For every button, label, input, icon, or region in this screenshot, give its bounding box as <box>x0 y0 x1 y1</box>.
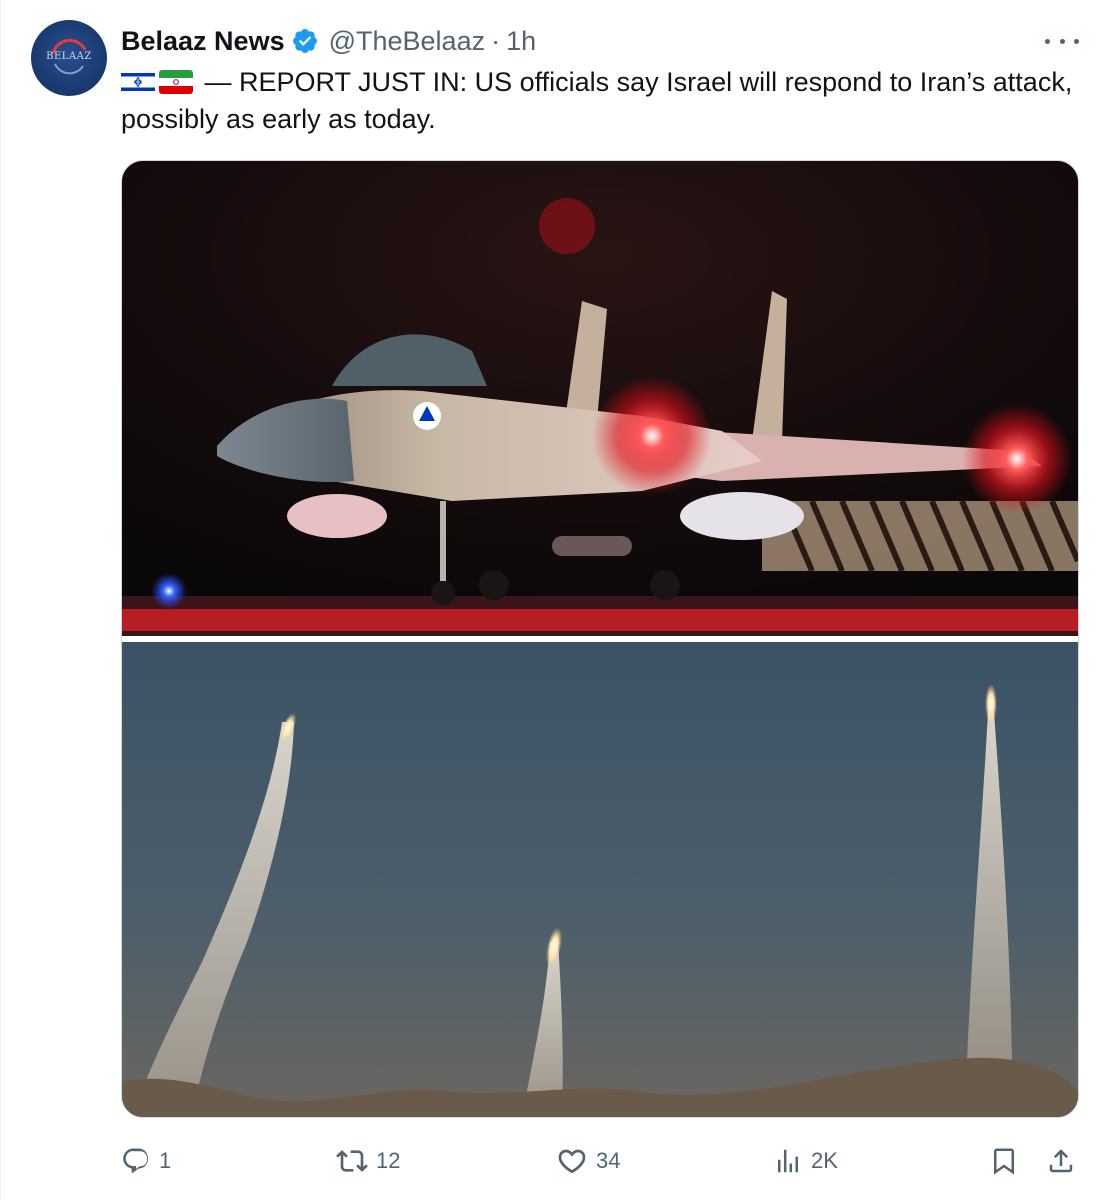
repost-button[interactable]: 12 <box>336 1138 400 1184</box>
tweet-media[interactable] <box>121 160 1079 1118</box>
media-image-jet[interactable] <box>122 161 1078 636</box>
tweet-header: Belaaz News @TheBelaaz · 1h <box>121 24 536 58</box>
reply-count: 1 <box>159 1148 172 1173</box>
media-image-missiles[interactable] <box>122 642 1078 1118</box>
tweet-body-text: — REPORT JUST IN: US officials say Israe… <box>121 67 1073 134</box>
reply-button[interactable]: 1 <box>121 1138 171 1184</box>
heart-icon <box>558 1149 586 1174</box>
reply-icon <box>123 1148 149 1173</box>
views-icon <box>778 1149 798 1173</box>
views-button[interactable]: 2K <box>773 1138 838 1184</box>
like-count: 34 <box>596 1148 621 1173</box>
iran-flag-icon <box>159 70 193 94</box>
like-button[interactable]: 34 <box>556 1138 620 1184</box>
action-bar: 1 12 34 2K <box>1 1138 1107 1184</box>
share-button[interactable] <box>1046 1138 1076 1184</box>
share-icon <box>1049 1149 1073 1173</box>
views-count: 2K <box>811 1148 838 1173</box>
timestamp[interactable]: 1h <box>506 26 536 57</box>
avatar-logo-text: BELAAZ <box>46 51 92 62</box>
author-handle[interactable]: @TheBelaaz <box>329 26 486 57</box>
verified-badge-icon[interactable] <box>291 27 319 55</box>
bookmark-button[interactable] <box>989 1138 1019 1184</box>
author-name[interactable]: Belaaz News <box>121 26 285 57</box>
separator-dot: · <box>491 25 501 56</box>
more-icon[interactable] <box>1045 28 1079 54</box>
repost-count: 12 <box>376 1148 401 1173</box>
tweet[interactable]: BELAAZ Belaaz News @TheBelaaz · 1h — REP… <box>0 0 1107 1200</box>
bookmark-icon <box>994 1148 1014 1175</box>
avatar[interactable]: BELAAZ <box>31 20 107 96</box>
israel-flag-icon <box>121 70 155 94</box>
repost-icon <box>336 1150 368 1172</box>
tweet-text: — REPORT JUST IN: US officials say Israe… <box>121 64 1081 138</box>
